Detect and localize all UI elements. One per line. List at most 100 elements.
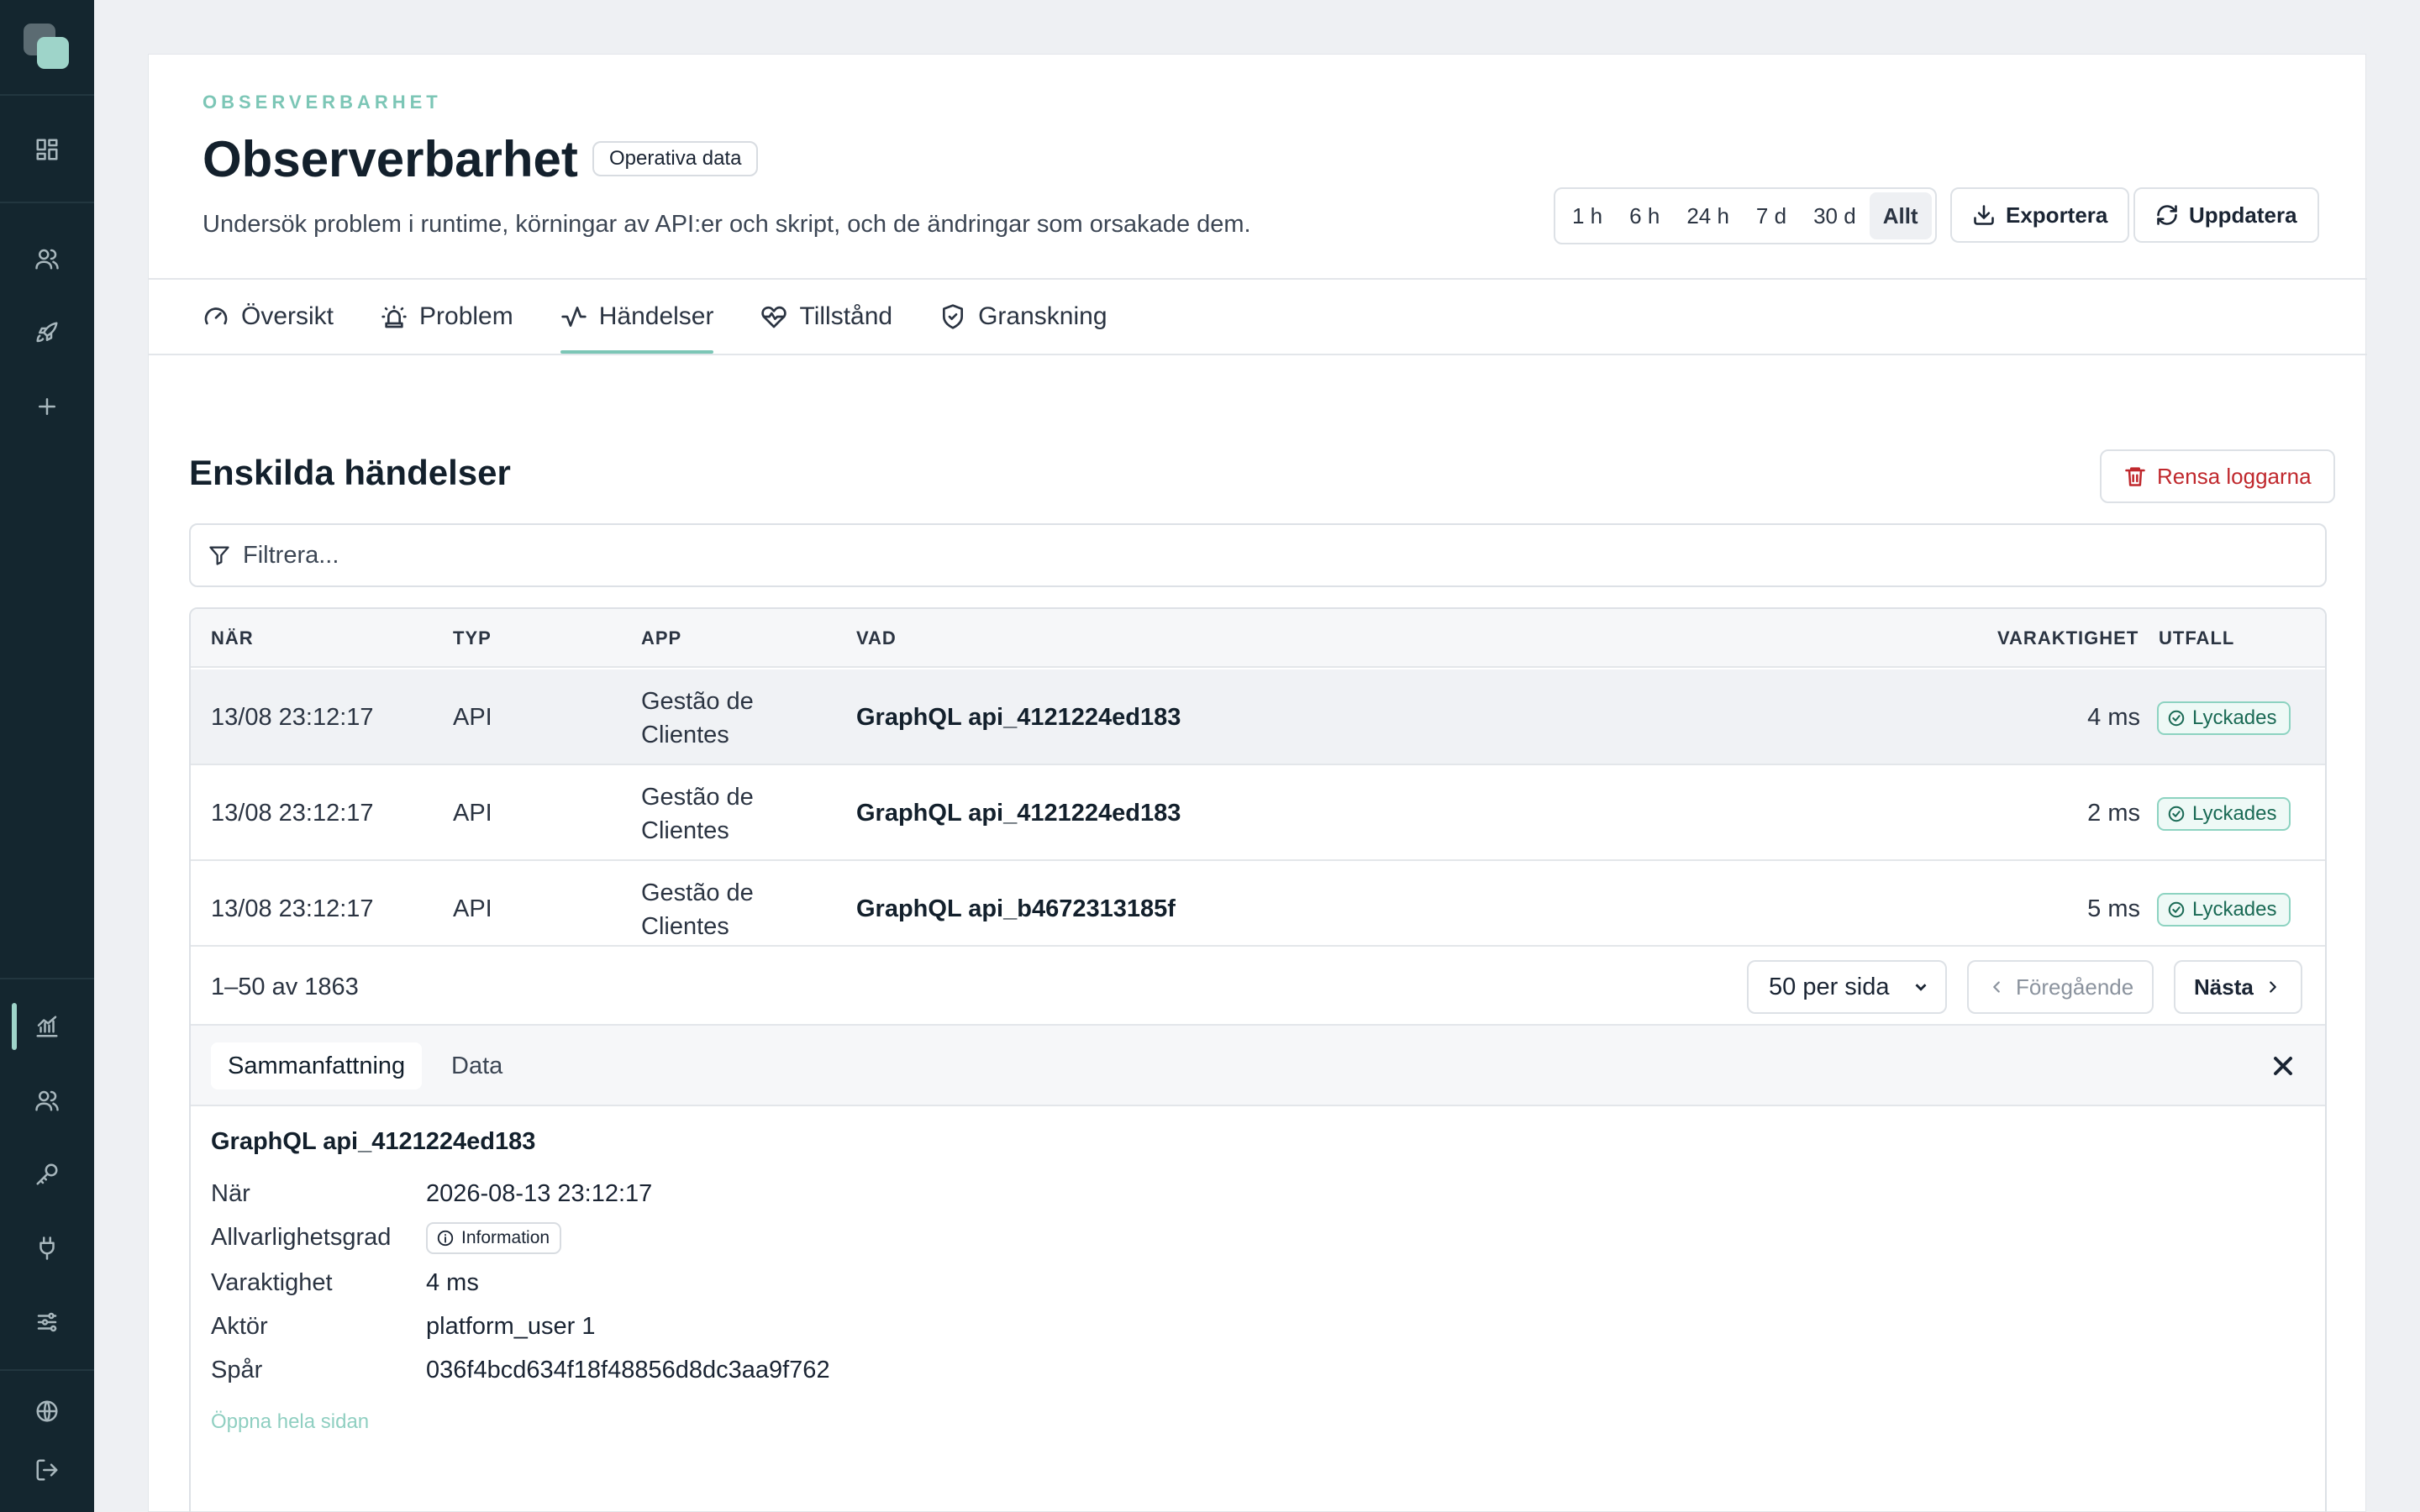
cell-type: API bbox=[453, 799, 492, 827]
detail-value-when: 2026-08-13 23:12:17 bbox=[426, 1180, 653, 1207]
detail-label-actor: Aktör bbox=[211, 1313, 268, 1340]
detail-value-duration: 4 ms bbox=[426, 1269, 479, 1296]
cell-what: GraphQL api_4121224ed183 bbox=[856, 703, 1181, 731]
info-icon bbox=[437, 1230, 454, 1247]
chevron-down-icon bbox=[1915, 984, 1927, 991]
rocket-icon[interactable] bbox=[29, 314, 66, 351]
open-full-page-link[interactable]: Öppna hela sidan bbox=[211, 1410, 369, 1434]
cell-app: Gestão de Clientes bbox=[641, 879, 754, 940]
close-icon[interactable] bbox=[2268, 1051, 2298, 1081]
clear-logs-button[interactable]: Rensa loggarna bbox=[2100, 449, 2335, 503]
column-header-what[interactable]: VAD bbox=[856, 609, 897, 668]
sidebar-divider bbox=[0, 202, 94, 203]
sliders-icon[interactable] bbox=[29, 1304, 66, 1341]
globe-icon[interactable] bbox=[29, 1393, 66, 1430]
cell-when: 13/08 23:12:17 bbox=[211, 703, 374, 731]
tab-label: Problem bbox=[419, 302, 513, 330]
previous-page-button[interactable]: Föregående bbox=[1967, 960, 2154, 1014]
detail-tab-data[interactable]: Data bbox=[434, 1042, 519, 1089]
logout-icon[interactable] bbox=[29, 1452, 66, 1488]
time-range-6h[interactable]: 6 h bbox=[1616, 192, 1673, 239]
section-title: Enskilda händelser bbox=[189, 453, 511, 492]
page-title: Observerbarhet bbox=[203, 131, 578, 187]
tab-oversikt[interactable]: Översikt bbox=[203, 280, 334, 354]
time-range-1h[interactable]: 1 h bbox=[1559, 192, 1616, 239]
filter-field[interactable] bbox=[189, 523, 2327, 587]
detail-tab-summary[interactable]: Sammanfattning bbox=[211, 1042, 423, 1089]
column-header-duration[interactable]: VARAKTIGHET bbox=[1997, 609, 2139, 668]
outcome-label: Lyckades bbox=[2192, 898, 2277, 921]
sidebar-divider bbox=[0, 1369, 94, 1371]
column-header-when[interactable]: NÄR bbox=[211, 609, 254, 668]
plus-icon[interactable] bbox=[29, 388, 66, 425]
users-icon[interactable] bbox=[29, 240, 66, 277]
detail-value-trace: 036f4bcd634f18f48856d8dc3aa9f762 bbox=[426, 1357, 830, 1383]
time-range-24h[interactable]: 24 h bbox=[1673, 192, 1743, 239]
tab-label: Granskning bbox=[978, 302, 1107, 330]
filter-input[interactable] bbox=[243, 541, 2260, 570]
check-circle-icon bbox=[2168, 806, 2185, 822]
table-row[interactable]: 13/08 23:12:17 API Gestão de Clientes Gr… bbox=[191, 861, 2325, 957]
column-header-outcome[interactable]: UTFALL bbox=[2159, 609, 2234, 668]
tab-label: Tillstånd bbox=[799, 302, 893, 330]
app-logo[interactable] bbox=[24, 24, 71, 71]
shield-check-icon bbox=[943, 304, 964, 329]
tabs-divider bbox=[149, 354, 2367, 355]
cell-app: Gestão de Clientes bbox=[641, 688, 754, 748]
cell-duration: 2 ms bbox=[2087, 799, 2140, 827]
detail-label-duration: Varaktighet bbox=[211, 1269, 333, 1296]
detail-label-severity: Allvarlighetsgrad bbox=[211, 1224, 392, 1251]
next-page-button[interactable]: Nästa bbox=[2174, 960, 2302, 1014]
time-range-selector: 1 h 6 h 24 h 7 d 30 d Allt bbox=[1554, 187, 1937, 244]
column-header-app[interactable]: APP bbox=[641, 609, 681, 668]
dashboard-icon[interactable] bbox=[29, 131, 66, 168]
plug-icon[interactable] bbox=[29, 1230, 66, 1267]
team-icon[interactable] bbox=[29, 1082, 66, 1119]
clear-logs-label: Rensa loggarna bbox=[2157, 463, 2312, 489]
detail-label-trace: Spår bbox=[211, 1357, 263, 1383]
siren-icon bbox=[381, 305, 407, 328]
heart-pulse-icon bbox=[761, 306, 787, 328]
table-row[interactable]: 13/08 23:12:17 API Gestão de Clientes Gr… bbox=[191, 765, 2325, 861]
sidebar-divider bbox=[0, 978, 94, 979]
page-subtitle: Undersök problem i runtime, körningar av… bbox=[203, 211, 1251, 238]
table-row[interactable]: 13/08 23:12:17 API Gestão de Clientes Gr… bbox=[191, 669, 2325, 765]
time-range-30d[interactable]: 30 d bbox=[1800, 192, 1870, 239]
tab-tillstand[interactable]: Tillstånd bbox=[760, 280, 892, 354]
detail-label-when: När bbox=[211, 1180, 250, 1207]
analytics-icon[interactable] bbox=[29, 1008, 66, 1045]
outcome-badge: Lyckades bbox=[2157, 701, 2291, 735]
chevron-right-icon bbox=[2269, 981, 2276, 993]
key-icon[interactable] bbox=[29, 1156, 66, 1193]
refresh-icon bbox=[2157, 205, 2177, 225]
title-badge: Operativa data bbox=[592, 141, 759, 176]
gauge-icon bbox=[204, 307, 228, 325]
column-header-type[interactable]: TYP bbox=[453, 609, 492, 668]
cell-duration: 5 ms bbox=[2087, 895, 2140, 922]
refresh-label: Uppdatera bbox=[2189, 202, 2297, 228]
events-table: NÄR TYP APP VAD VARAKTIGHET UTFALL 13/08… bbox=[189, 607, 2327, 1512]
check-circle-icon bbox=[2168, 901, 2185, 918]
outcome-label: Lyckades bbox=[2192, 706, 2277, 729]
time-range-all[interactable]: Allt bbox=[1869, 192, 1932, 239]
cell-what: GraphQL api_b4672313185f bbox=[856, 895, 1176, 922]
export-button[interactable]: Exportera bbox=[1950, 187, 2130, 243]
activity-icon bbox=[561, 307, 587, 327]
outcome-badge: Lyckades bbox=[2157, 893, 2291, 927]
sidebar-active-indicator bbox=[12, 1003, 17, 1050]
tab-handelser[interactable]: Händelser bbox=[560, 280, 713, 354]
detail-value-actor: platform_user 1 bbox=[426, 1313, 596, 1340]
previous-label: Föregående bbox=[2016, 974, 2134, 1000]
tab-problem[interactable]: Problem bbox=[381, 280, 513, 354]
severity-value: Information bbox=[461, 1228, 550, 1247]
export-label: Exportera bbox=[2006, 202, 2108, 228]
cell-type: API bbox=[453, 895, 492, 922]
cell-when: 13/08 23:12:17 bbox=[211, 799, 374, 827]
main-panel: OBSERVERBARHET Observerbarhet Operativa … bbox=[148, 54, 2367, 1512]
refresh-button[interactable]: Uppdatera bbox=[2133, 187, 2319, 243]
tab-granskning[interactable]: Granskning bbox=[939, 280, 1107, 354]
time-range-7d[interactable]: 7 d bbox=[1743, 192, 1800, 239]
per-page-select[interactable]: 50 per sida bbox=[1747, 960, 1947, 1014]
page-eyebrow: OBSERVERBARHET bbox=[203, 92, 442, 113]
check-circle-icon bbox=[2168, 710, 2185, 727]
